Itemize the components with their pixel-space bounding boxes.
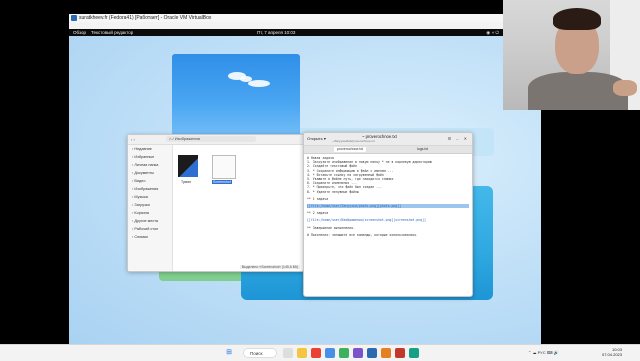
document-path: ~/Загрузки/lab/proverochnoe.txt (332, 139, 375, 143)
sidebar-item[interactable]: Рабочий стол (128, 225, 172, 233)
sidebar-item[interactable]: Снимки (128, 233, 172, 241)
windows-taskbar: ⊞ Поиск ⌃ ☁ РУС ⌨ 🔊 10:03 07.04.2023 (0, 344, 640, 361)
image-thumbnail[interactable] (178, 155, 198, 177)
editor-text-area[interactable]: # Новая задача 1. Загрузите изображение … (304, 154, 472, 239)
app-icon[interactable] (325, 348, 335, 358)
system-status-icons[interactable]: ◉ ◖ ⏻ (486, 30, 499, 35)
window-title: suratkheev.fr (Fedora41) [Работает] - Or… (79, 15, 212, 21)
sidebar-item[interactable]: Другие места (128, 217, 172, 225)
files-nav-buttons[interactable]: ‹ › (131, 137, 135, 142)
thumbnail-label-selected: Screenshot (212, 180, 232, 184)
webcam-overlay (503, 0, 640, 110)
gnome-top-bar: Обзор Текстовый редактор Пт, 7 апреля 10… (69, 29, 503, 36)
system-tray[interactable]: ⌃ ☁ РУС ⌨ 🔊 (528, 348, 559, 358)
files-status-bar: Выделено «Screenshot» (145,6 kB) (239, 265, 300, 269)
sidebar-item[interactable]: Недавние (128, 145, 172, 153)
person-hand (613, 80, 637, 96)
taskbar-clock[interactable]: 10:03 07.04.2023 (602, 347, 622, 357)
browser-icon[interactable] (311, 348, 321, 358)
active-app-menu[interactable]: Текстовый редактор (91, 29, 133, 36)
app-icon[interactable] (353, 348, 363, 358)
windows-start-icon[interactable]: ⊞ (224, 348, 234, 358)
taskbar-search[interactable]: Поиск (243, 348, 277, 358)
files-window[interactable]: ‹ › ⌂ / Изображения Недавние Избранные Л… (127, 134, 305, 272)
tab-proverochnoe[interactable]: proverochnoe.txt (334, 147, 367, 152)
wallpaper-sky-panel (172, 54, 300, 144)
tab-logs[interactable]: logs.txt (414, 147, 431, 152)
sidebar-item[interactable]: Видео (128, 177, 172, 185)
sidebar-item[interactable]: Избранные (128, 153, 172, 161)
text-line: # Пояснения: запишите все команды, котор… (307, 232, 417, 237)
activities-button[interactable]: Обзор (73, 29, 86, 36)
file-explorer-icon[interactable] (297, 348, 307, 358)
text-editor-window[interactable]: Открыть ▾ ~ proverochnoe.txt ~/Загрузки/… (303, 132, 473, 297)
task-view-icon[interactable] (283, 348, 293, 358)
sidebar-item[interactable]: Музыка (128, 193, 172, 201)
sidebar-item[interactable]: Загрузки (128, 201, 172, 209)
app-icon[interactable] (395, 348, 405, 358)
person-hair (553, 8, 601, 30)
app-icon[interactable] (339, 348, 349, 358)
clock[interactable]: Пт, 7 апреля 10:03 (257, 29, 295, 36)
desktop: ‹ › ⌂ / Изображения Недавние Избранные Л… (69, 36, 541, 344)
sidebar-item[interactable]: Изображения (128, 185, 172, 193)
files-sidebar: Недавние Избранные Личная папка Документ… (128, 145, 173, 271)
language-indicator[interactable]: РУС (538, 350, 546, 355)
sidebar-item[interactable]: Корзина (128, 209, 172, 217)
open-button[interactable]: Открыть ▾ (307, 136, 326, 141)
thumbnail-label: Туман (181, 180, 191, 184)
app-icon[interactable] (409, 348, 419, 358)
editor-header: Открыть ▾ ~ proverochnoe.txt ~/Загрузки/… (304, 133, 472, 146)
files-header: ‹ › ⌂ / Изображения (128, 135, 304, 145)
editor-tabs: proverochnoe.txt logs.txt (304, 146, 472, 154)
screenshot-thumbnail[interactable] (212, 155, 236, 179)
window-controls[interactable]: ☰ – ✕ (448, 136, 469, 141)
virtualbox-icon (71, 15, 77, 21)
files-path-bar[interactable]: ⌂ / Изображения (166, 136, 256, 142)
app-icon[interactable] (381, 348, 391, 358)
virtualbox-taskbar-icon[interactable] (367, 348, 377, 358)
sidebar-item[interactable]: Документы (128, 169, 172, 177)
taskbar-date: 07.04.2023 (601, 352, 622, 357)
sidebar-item[interactable]: Личная папка (128, 161, 172, 169)
